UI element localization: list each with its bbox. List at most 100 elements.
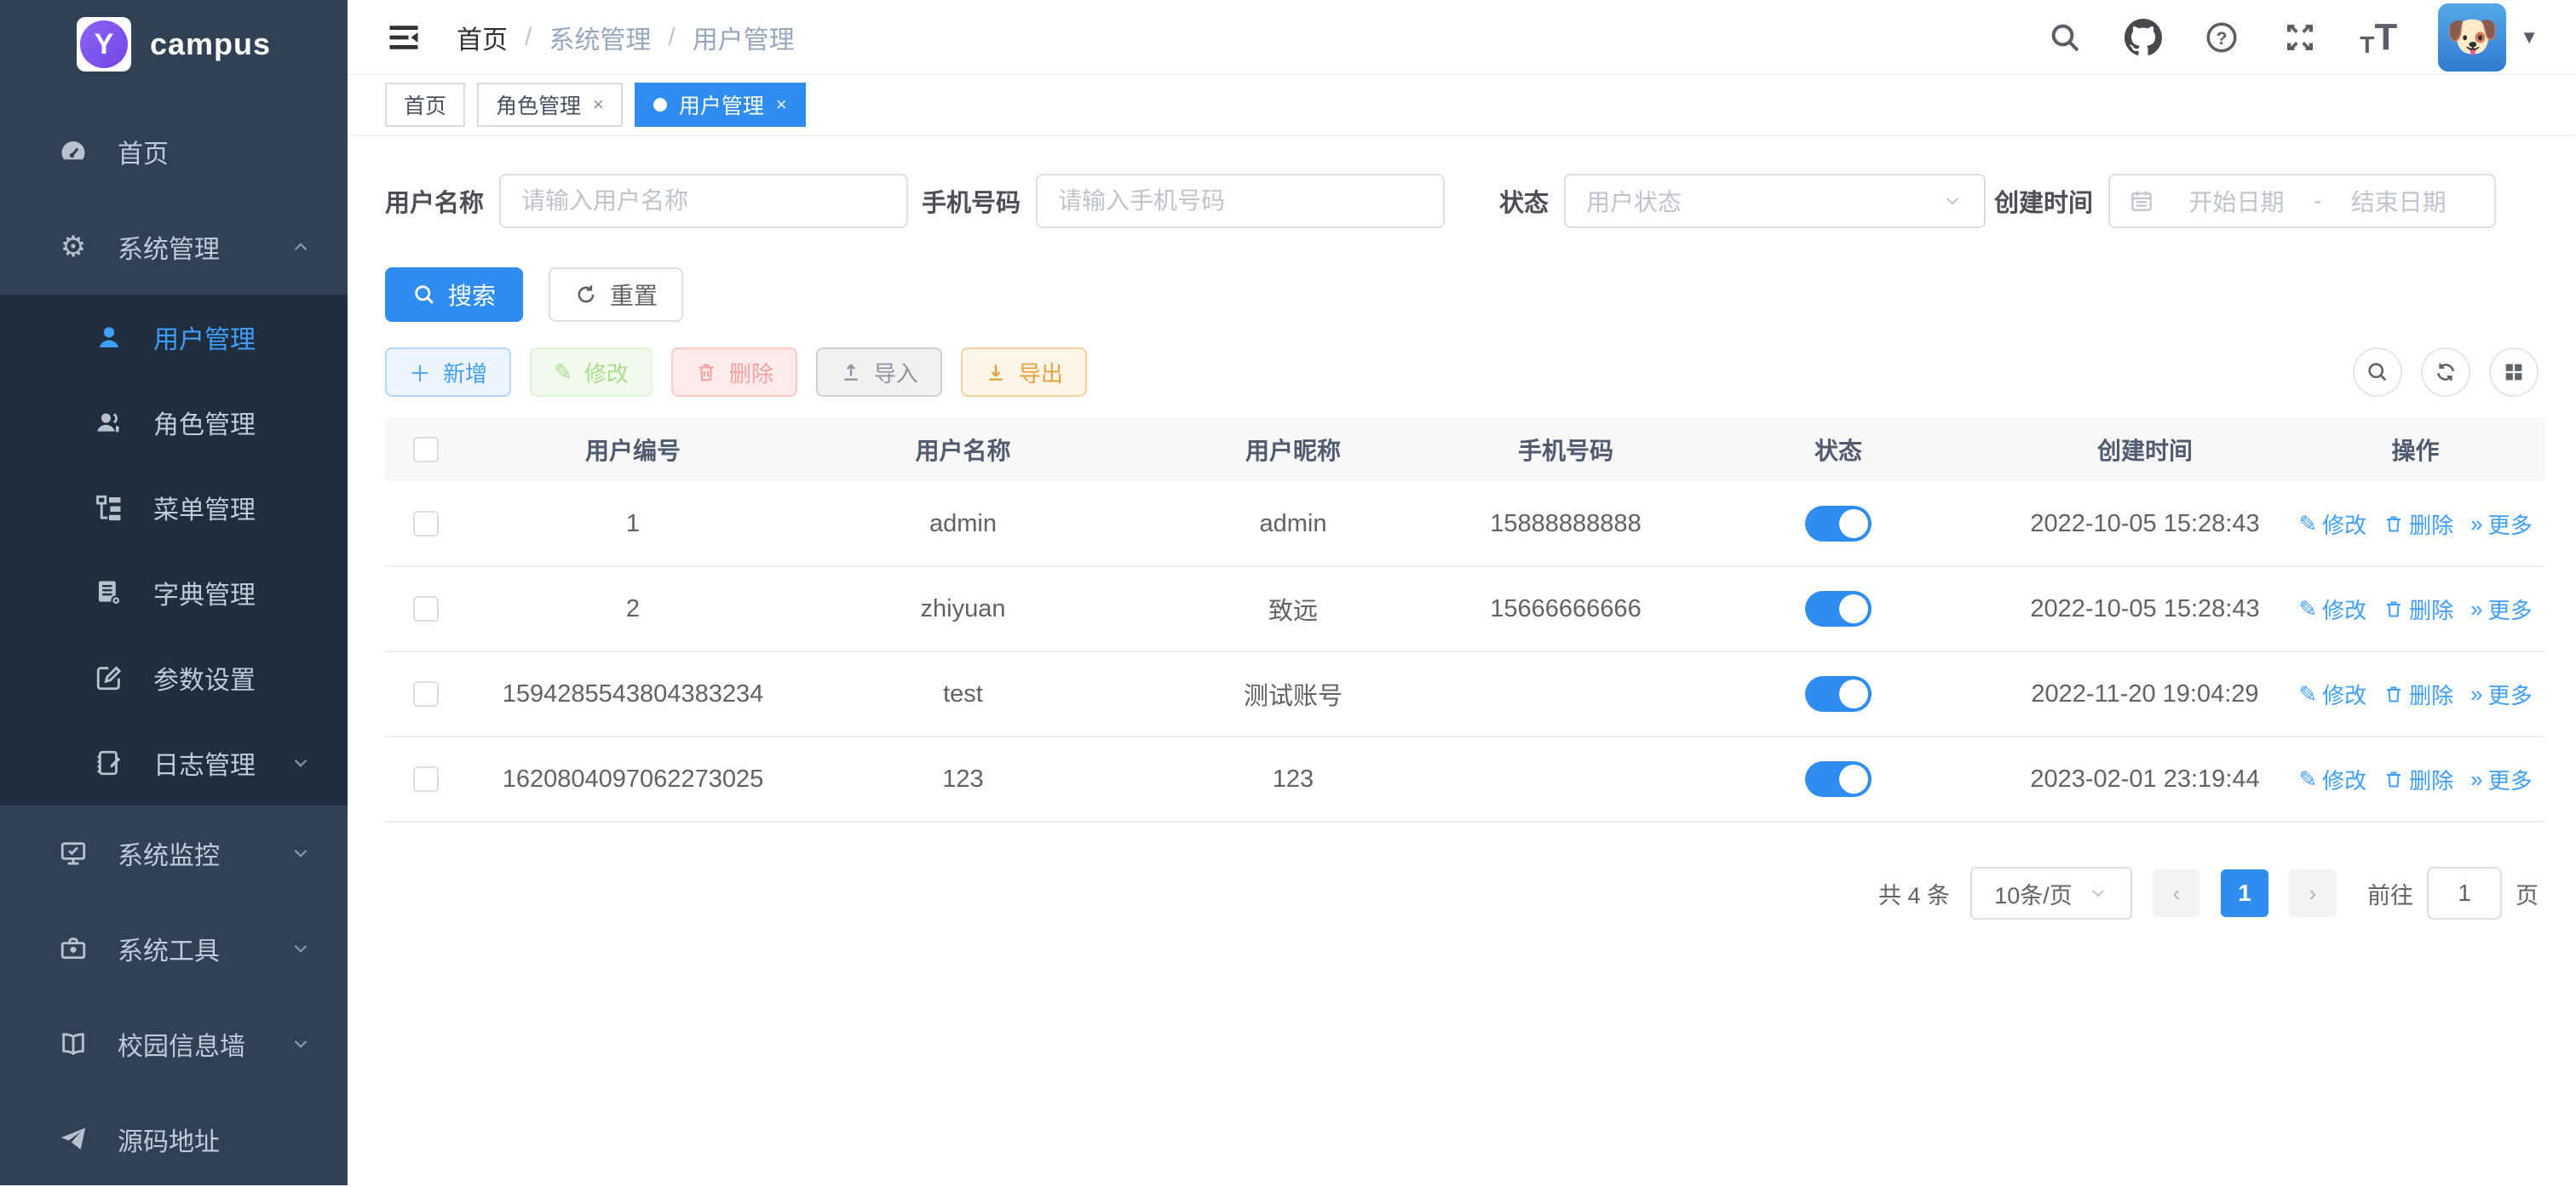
goto-page-input[interactable]: [2427, 867, 2502, 920]
chevron-down-icon: [290, 1033, 312, 1055]
row-more-link[interactable]: »更多: [2470, 508, 2532, 540]
chevron-down-icon: [290, 842, 312, 864]
sidebar-item-source-code[interactable]: 源码地址: [0, 1092, 348, 1187]
sidebar-item-system-tools[interactable]: 系统工具: [0, 901, 348, 996]
fullscreen-icon[interactable]: [2281, 19, 2319, 56]
help-icon[interactable]: ?: [2203, 19, 2240, 56]
total-count: 共 4 条: [1878, 877, 1950, 910]
breadcrumb: 首页 / 系统管理 / 用户管理: [457, 19, 795, 56]
double-chevron-icon: »: [2470, 681, 2482, 708]
refresh-button[interactable]: [2421, 347, 2470, 397]
status-select[interactable]: 用户状态: [1564, 174, 1986, 228]
trash-icon: [2383, 513, 2404, 534]
double-chevron-icon: »: [2470, 766, 2482, 793]
sidebar-item-label: 参数设置: [153, 659, 256, 697]
status-toggle[interactable]: [1805, 676, 1872, 712]
breadcrumb-home[interactable]: 首页: [457, 19, 508, 56]
columns-button[interactable]: [2489, 347, 2539, 397]
row-edit-link[interactable]: ✎修改: [2298, 679, 2366, 710]
sidebar-item-home[interactable]: 首页: [0, 104, 348, 199]
show-search-toggle-button[interactable]: [2353, 347, 2402, 397]
table-row: 1 admin admin 15888888888 2022-10-05 15:…: [385, 482, 2545, 567]
dictionary-icon: [92, 576, 126, 610]
search-button[interactable]: 搜索: [385, 267, 523, 322]
col-created-at: 创建时间: [2004, 433, 2286, 467]
sidebar-item-menu-mgmt[interactable]: 菜单管理: [0, 465, 348, 550]
status-toggle[interactable]: [1805, 591, 1872, 627]
row-checkbox[interactable]: [413, 511, 439, 536]
tab-user-mgmt[interactable]: 用户管理 ×: [635, 83, 806, 127]
download-icon: [985, 361, 1007, 383]
sidebar-item-user-mgmt[interactable]: 用户管理: [0, 295, 348, 380]
avatar[interactable]: 🐶: [2438, 3, 2506, 72]
sidebar-item-system-mgmt[interactable]: ⚙ 系统管理: [0, 199, 348, 295]
sidebar-item-log-mgmt[interactable]: 日志管理: [0, 720, 348, 806]
font-size-icon[interactable]: TT: [2360, 16, 2397, 59]
add-button[interactable]: ＋ 新增: [385, 347, 511, 397]
active-dot: [653, 98, 667, 112]
calendar-icon: [2129, 188, 2154, 214]
sidebar-item-label: 校园信息墙: [118, 1025, 245, 1063]
status-toggle[interactable]: [1805, 761, 1872, 797]
row-delete-link[interactable]: 删除: [2383, 508, 2453, 540]
row-delete-link[interactable]: 删除: [2383, 594, 2453, 625]
close-icon[interactable]: ×: [776, 94, 787, 116]
trash-icon: [2383, 684, 2404, 704]
plus-icon: ＋: [409, 357, 431, 388]
navbar: 首页 / 系统管理 / 用户管理 ? TT 🐶 ▼: [348, 0, 2576, 75]
row-checkbox[interactable]: [413, 681, 439, 707]
sidebar: Y campus 首页 ⚙ 系统管理 用户管理: [0, 0, 348, 1185]
reset-button[interactable]: 重置: [549, 267, 683, 322]
date-range-picker[interactable]: 开始日期 - 结束日期: [2108, 174, 2496, 228]
svg-text:?: ?: [2217, 28, 2228, 48]
next-page-button[interactable]: ›: [2289, 869, 2337, 917]
tab-role-mgmt[interactable]: 角色管理 ×: [477, 83, 623, 127]
phone-input[interactable]: [1036, 174, 1445, 228]
export-button[interactable]: 导出: [961, 347, 1087, 397]
search-icon[interactable]: [2046, 19, 2084, 56]
sidebar-item-label: 菜单管理: [153, 489, 256, 526]
sidebar-item-campus-wall[interactable]: 校园信息墙: [0, 996, 348, 1092]
row-edit-link[interactable]: ✎修改: [2298, 764, 2366, 795]
caret-down-icon: ▼: [2520, 26, 2539, 49]
select-all-checkbox[interactable]: [413, 437, 439, 462]
edit-button[interactable]: ✎ 修改: [530, 347, 653, 397]
row-checkbox[interactable]: [413, 766, 439, 792]
app-logo[interactable]: Y campus: [0, 0, 348, 89]
col-phone: 手机号码: [1459, 433, 1672, 467]
delete-button[interactable]: 删除: [671, 347, 797, 397]
sidebar-item-role-mgmt[interactable]: 角色管理: [0, 380, 348, 465]
row-edit-link[interactable]: ✎修改: [2298, 594, 2366, 625]
close-icon[interactable]: ×: [593, 94, 604, 116]
user-menu[interactable]: 🐶 ▼: [2438, 3, 2539, 72]
import-button[interactable]: 导入: [816, 347, 942, 397]
github-icon[interactable]: [2125, 19, 2162, 56]
sidebar-item-dict-mgmt[interactable]: 字典管理: [0, 550, 348, 635]
tab-home[interactable]: 首页: [385, 83, 465, 127]
tags-bar: 首页 角色管理 × 用户管理 ×: [348, 75, 2576, 135]
sidebar-item-params[interactable]: 参数设置: [0, 635, 348, 720]
sidebar-item-system-monitor[interactable]: 系统监控: [0, 806, 348, 901]
row-checkbox[interactable]: [413, 596, 439, 622]
row-edit-link[interactable]: ✎修改: [2298, 508, 2366, 540]
status-toggle[interactable]: [1805, 506, 1872, 542]
prev-page-button[interactable]: ‹: [2153, 869, 2200, 917]
app-title: campus: [150, 26, 271, 62]
row-more-link[interactable]: »更多: [2470, 679, 2532, 710]
page-content: 用户名称 手机号码 状态 用户状态 创建时间: [348, 135, 2576, 920]
page-size-select[interactable]: 10条/页: [1970, 867, 2132, 920]
row-delete-link[interactable]: 删除: [2383, 764, 2453, 795]
row-more-link[interactable]: »更多: [2470, 764, 2532, 795]
row-delete-link[interactable]: 删除: [2383, 679, 2453, 710]
start-date[interactable]: 开始日期: [2159, 184, 2314, 218]
username-input[interactable]: [499, 174, 908, 228]
trash-icon: [2383, 599, 2404, 619]
users-table: 用户编号 用户名称 用户昵称 手机号码 状态 创建时间 操作 1 admin a…: [385, 417, 2545, 823]
end-date[interactable]: 结束日期: [2321, 184, 2475, 218]
sidebar-item-label: 系统工具: [118, 930, 220, 967]
row-more-link[interactable]: »更多: [2470, 594, 2532, 625]
breadcrumb-system[interactable]: 系统管理: [549, 19, 651, 56]
sidebar-toggle-icon[interactable]: [385, 19, 423, 56]
menu-tree-icon: [92, 490, 126, 525]
page-1-button[interactable]: 1: [2221, 869, 2268, 917]
